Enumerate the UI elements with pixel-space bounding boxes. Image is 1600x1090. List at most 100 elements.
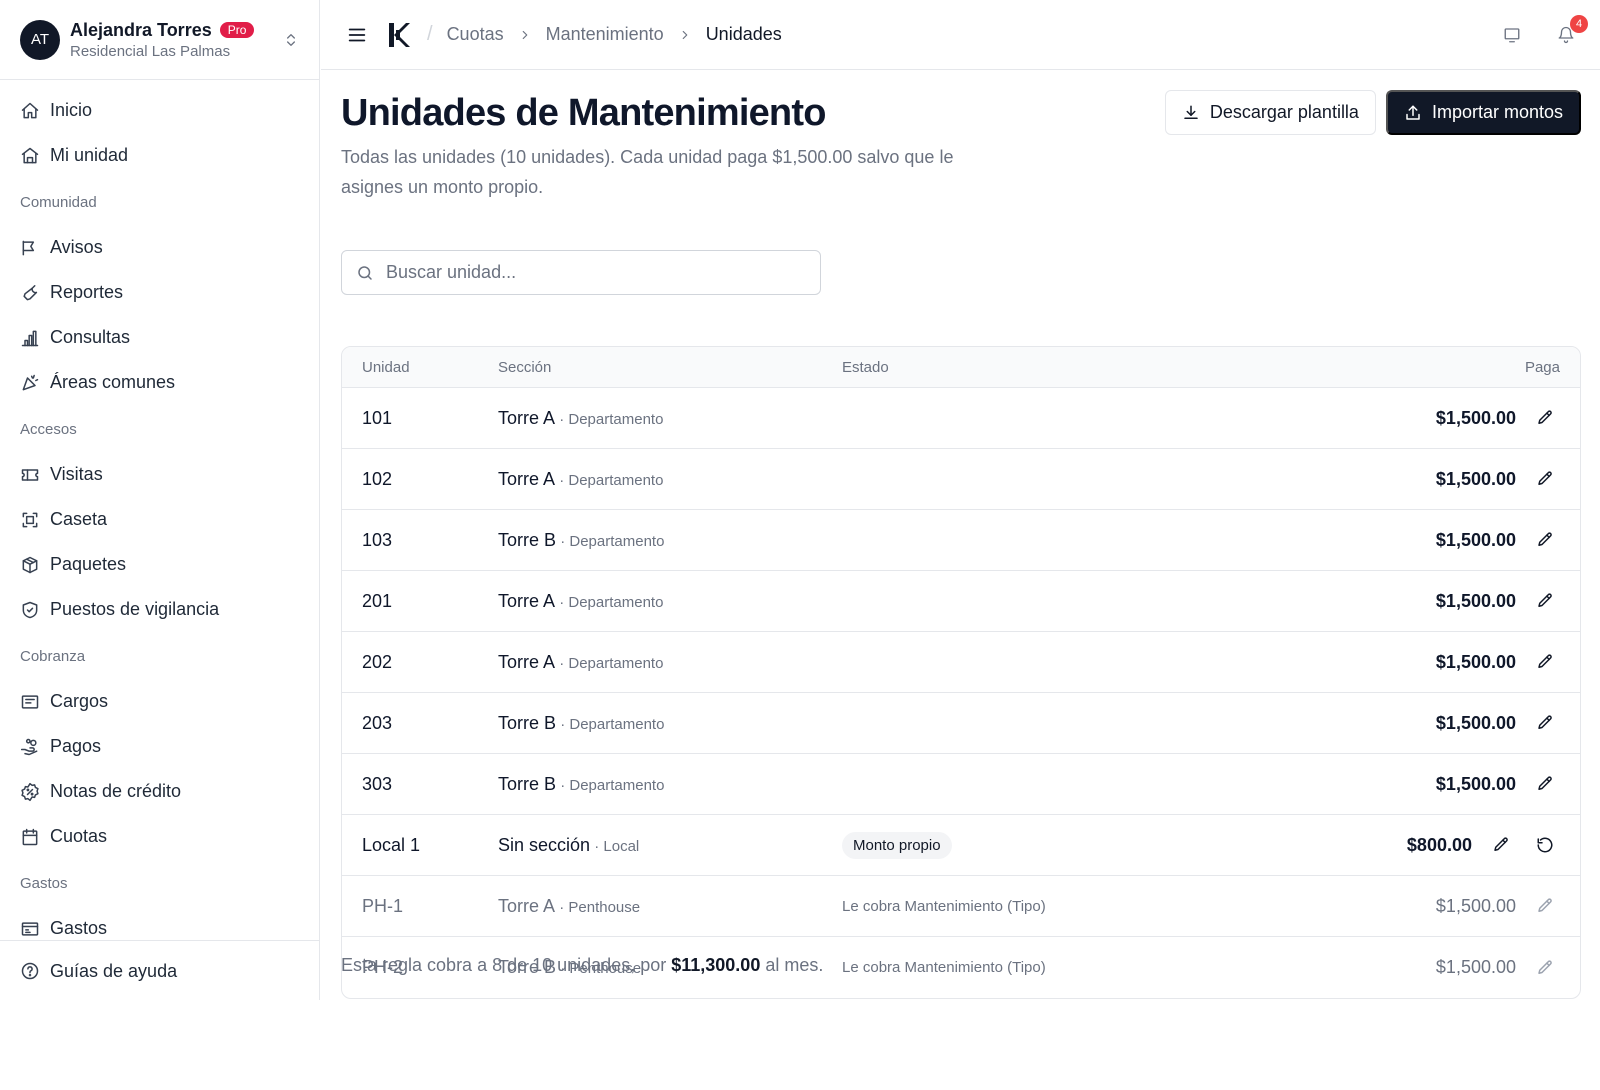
section-cell: Torre A · Departamento	[498, 468, 664, 489]
breadcrumb-mantenimiento[interactable]: Mantenimiento	[546, 24, 664, 45]
reset-icon[interactable]	[1530, 830, 1560, 860]
profile-switcher[interactable]: AT Alejandra Torres Pro Residencial Las …	[0, 0, 319, 80]
section-name: Torre A	[498, 651, 556, 672]
chevron-right-icon	[678, 28, 692, 42]
import-amounts-button[interactable]: Importar montos	[1385, 90, 1581, 135]
pencil-icon[interactable]	[1530, 769, 1560, 799]
section-cell: Torre A · Departamento	[498, 590, 664, 611]
sidebar-item-label: Pagos	[50, 736, 102, 756]
pencil-icon[interactable]	[1530, 403, 1560, 433]
sidebar: AT Alejandra Torres Pro Residencial Las …	[0, 0, 320, 1000]
bell-icon[interactable]: 4	[1552, 14, 1588, 49]
own-amount-badge: Monto propio	[842, 831, 952, 859]
menu-icon[interactable]	[341, 19, 373, 51]
monitor-icon[interactable]	[1498, 21, 1526, 49]
pay-amount: $1,500.00	[1435, 468, 1516, 489]
sidebar-item-mi-unidad[interactable]: Mi unidad	[0, 133, 319, 178]
profile-name: Alejandra Torres	[70, 19, 212, 40]
pencil-icon[interactable]	[1530, 525, 1560, 555]
section-cell: Torre B · Departamento	[498, 773, 665, 794]
breadcrumb: Cuotas Mantenimiento Unidades	[447, 24, 782, 45]
unit-type: Departamento	[569, 715, 665, 733]
download-template-label: Descargar plantilla	[1209, 102, 1359, 122]
page-description: Todas las unidades (10 unidades). Cada u…	[341, 147, 954, 197]
unit-type: Departamento	[568, 654, 664, 672]
sidebar-item-inicio[interactable]: Inicio	[0, 88, 319, 133]
sidebar-item-visitas[interactable]: Visitas	[0, 452, 319, 497]
unit-cell: Local 1	[362, 834, 421, 855]
calendar-icon	[20, 827, 40, 847]
pencil-icon[interactable]	[1530, 891, 1560, 921]
sidebar-footer: Guías de ayuda	[0, 940, 319, 1000]
section-name: Torre A	[498, 895, 556, 916]
table-row: PH-1 Torre A · Penthouse Le cobra Mantenim…	[342, 876, 1580, 937]
section-cell: Sin sección · Local	[498, 834, 640, 855]
pencil-icon[interactable]	[1530, 464, 1560, 494]
section-gastos: Gastos	[20, 875, 68, 892]
building-icon	[20, 146, 40, 166]
pencil-icon[interactable]	[1486, 830, 1516, 860]
unit-type: Departamento	[568, 593, 664, 611]
topbar: / Cuotas Mantenimiento Unidades 4	[321, 0, 1600, 70]
sidebar-item-label: Visitas	[50, 464, 103, 484]
unit-cell: 203	[362, 712, 393, 733]
sidebar-item-puestos-de-vigilancia[interactable]: Puestos de vigilancia	[0, 587, 319, 632]
section-cobranza: Cobranza	[20, 648, 86, 665]
pencil-icon[interactable]	[1530, 586, 1560, 616]
table-row: 102 Torre A · Departamento $1,500.00	[342, 449, 1580, 510]
sidebar-item-cuotas[interactable]: Cuotas	[0, 814, 319, 859]
pencil-icon[interactable]	[1530, 647, 1560, 677]
sidebar-item-areas-comunes[interactable]: Áreas comunes	[0, 360, 319, 405]
sidebar-item-notas-de-credito[interactable]: Notas de crédito	[0, 769, 319, 814]
pay-amount: $1,500.00	[1435, 529, 1516, 550]
upload-icon	[1404, 104, 1422, 122]
download-template-button[interactable]: Descargar plantilla	[1164, 90, 1376, 135]
unit-type: Departamento	[568, 471, 664, 489]
unit-cell: 101	[362, 407, 393, 428]
pay-cell: $1,500.00	[1250, 769, 1580, 799]
sidebar-item-label: Notas de crédito	[50, 781, 182, 801]
sidebar-item-label: Paquetes	[50, 554, 127, 574]
chevrons-up-down-icon[interactable]	[283, 32, 299, 48]
header-state: Estado	[842, 358, 889, 376]
sidebar-item-label: Mi unidad	[50, 145, 129, 165]
sidebar-item-caseta[interactable]: Caseta	[0, 497, 319, 542]
sidebar-item-label: Inicio	[50, 100, 93, 120]
pencil-icon[interactable]	[1530, 708, 1560, 738]
pencil-icon[interactable]	[1530, 953, 1560, 983]
sidebar-item-guias-de-ayuda[interactable]: Guías de ayuda	[0, 941, 319, 1001]
shield-icon	[20, 600, 40, 620]
sidebar-item-cargos[interactable]: Cargos	[0, 679, 319, 724]
unit-type: Departamento	[568, 410, 664, 428]
megaphone-icon	[20, 238, 40, 258]
table-row: 202 Torre A · Departamento $1,500.00	[342, 632, 1580, 693]
sidebar-item-pagos[interactable]: Pagos	[0, 724, 319, 769]
unit-cell: 102	[362, 468, 393, 489]
section-name: Torre A	[498, 407, 556, 428]
breadcrumb-unidades: Unidades	[705, 24, 782, 44]
state-cell: Le cobra Mantenimiento (Tipo)	[842, 959, 1250, 976]
pay-cell: $1,500.00	[1250, 464, 1580, 494]
pay-amount: $1,500.00	[1435, 895, 1516, 916]
section-name: Torre B	[498, 529, 557, 550]
logo-icon[interactable]	[385, 21, 413, 49]
units-table: Unidad Sección Estado Paga 101 Torre A · …	[341, 346, 1581, 999]
page-actions: Descargar plantilla Importar montos	[1164, 90, 1581, 135]
breadcrumb-cuotas[interactable]: Cuotas	[447, 24, 504, 45]
download-icon	[1182, 104, 1200, 122]
sidebar-item-label: Caseta	[50, 509, 108, 529]
sidebar-item-label: Gastos	[50, 918, 108, 938]
unit-type: Penthouse	[568, 898, 641, 916]
table-row: 103 Torre B · Departamento $1,500.00	[342, 510, 1580, 571]
header-pay: Paga	[1524, 358, 1560, 376]
sidebar-item-reportes[interactable]: Reportes	[0, 270, 319, 315]
state-cell: Le cobra Mantenimiento (Tipo)	[842, 898, 1250, 915]
sidebar-item-avisos[interactable]: Avisos	[0, 225, 319, 270]
sidebar-item-label: Puestos de vigilancia	[50, 599, 220, 619]
table-row: 101 Torre A · Departamento $1,500.00	[342, 388, 1580, 449]
sidebar-item-label: Cuotas	[50, 826, 108, 846]
search-input[interactable]	[386, 262, 806, 283]
sidebar-item-paquetes[interactable]: Paquetes	[0, 542, 319, 587]
sidebar-item-consultas[interactable]: Consultas	[0, 315, 319, 360]
wallet-icon	[20, 919, 40, 939]
